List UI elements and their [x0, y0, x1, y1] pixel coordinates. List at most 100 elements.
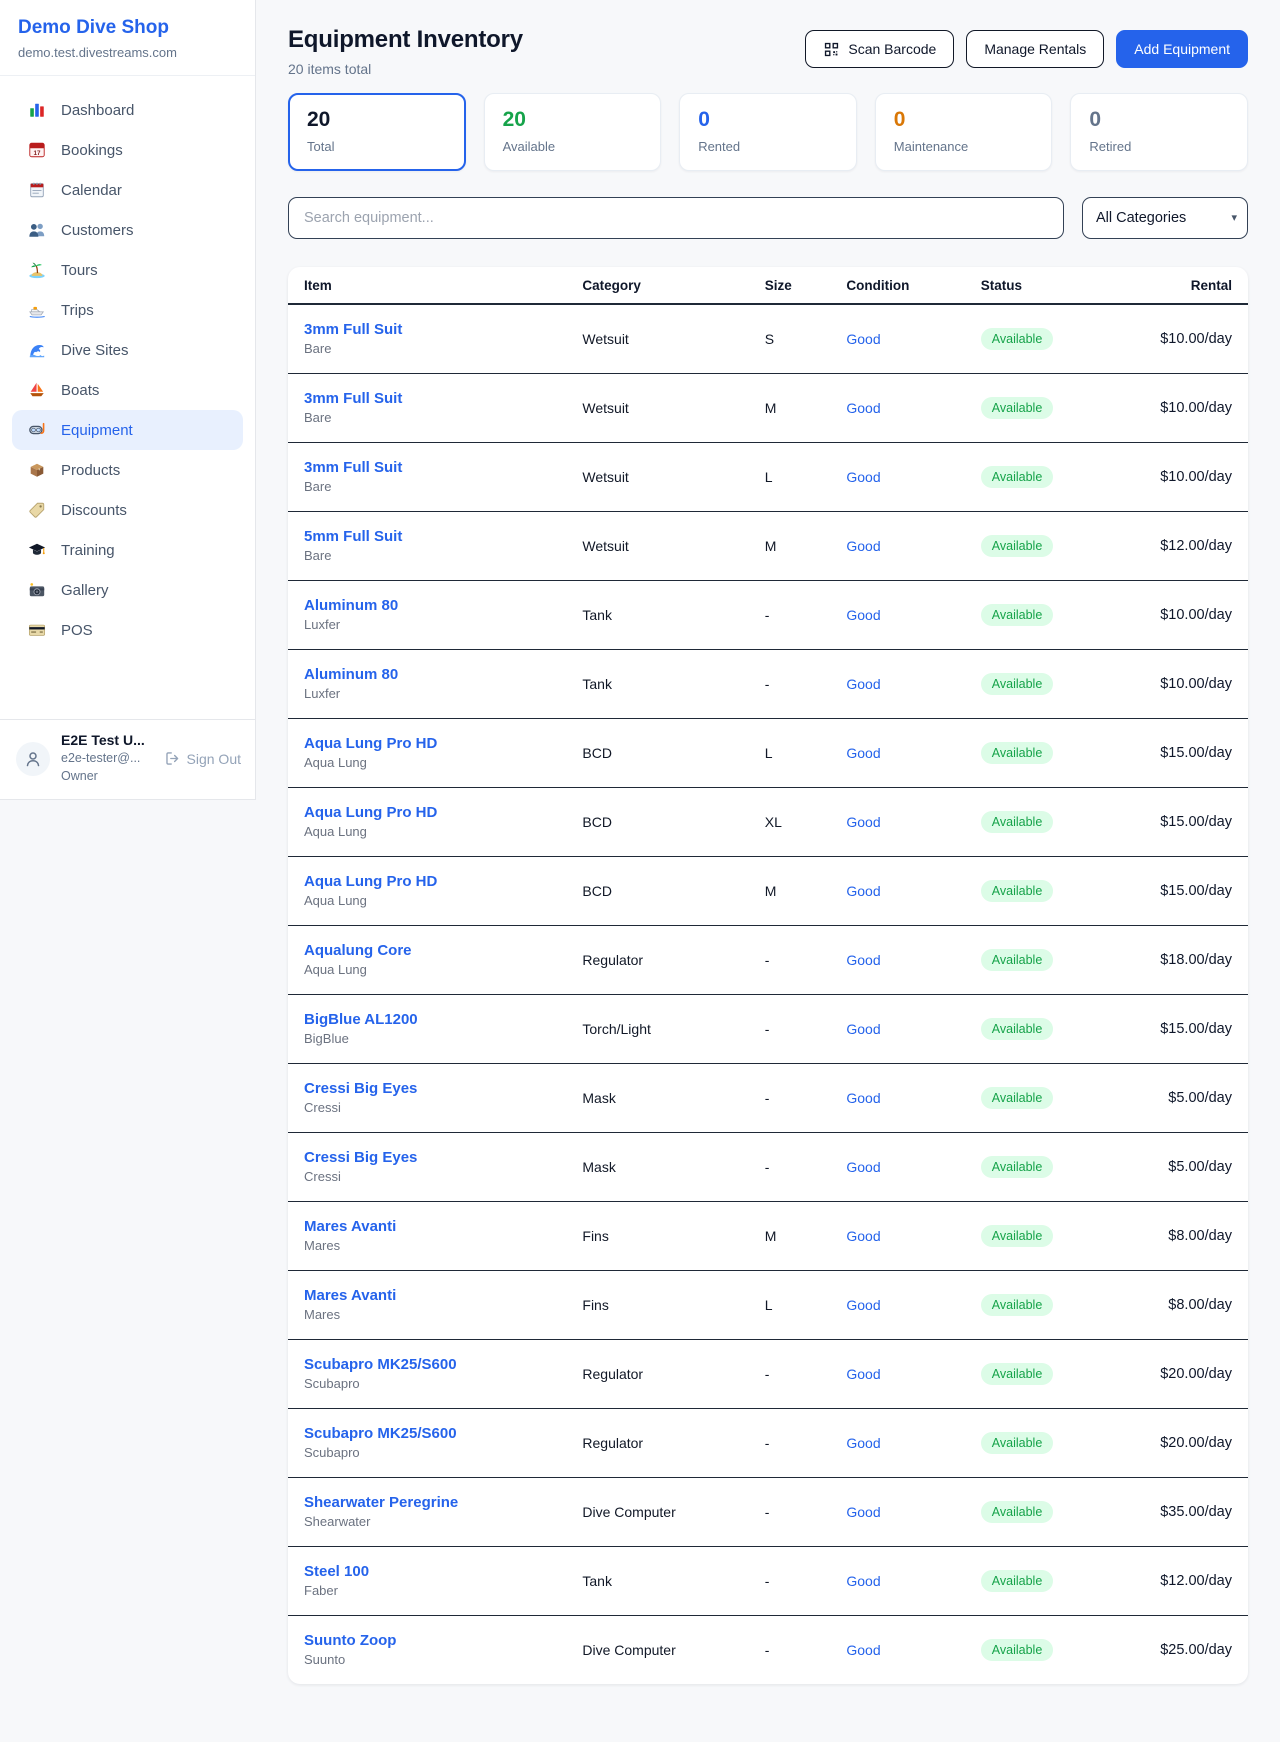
- sidebar-item-products[interactable]: Products: [12, 450, 243, 490]
- category-cell: Fins: [566, 1270, 748, 1339]
- stat-label-available: Available: [503, 139, 643, 154]
- condition-link[interactable]: Good: [846, 1021, 880, 1037]
- condition-link[interactable]: Good: [846, 676, 880, 692]
- rental-cell: $25.00/day: [1109, 1615, 1248, 1684]
- status-badge: Available: [981, 1501, 1054, 1523]
- condition-link[interactable]: Good: [846, 814, 880, 830]
- condition-link[interactable]: Good: [846, 1504, 880, 1520]
- size-cell: -: [749, 1063, 831, 1132]
- sidebar-item-label: Dashboard: [61, 102, 134, 119]
- item-brand: Scubapro: [304, 1445, 550, 1460]
- status-cell: Available: [965, 1201, 1109, 1270]
- item-name-link[interactable]: Aqua Lung Pro HD: [304, 873, 550, 890]
- manage-rentals-button[interactable]: Manage Rentals: [966, 30, 1104, 68]
- condition-link[interactable]: Good: [846, 1228, 880, 1244]
- stat-card-rented[interactable]: 0 Rented: [679, 93, 857, 171]
- condition-cell: Good: [830, 1408, 964, 1477]
- condition-link[interactable]: Good: [846, 952, 880, 968]
- sidebar-item-customers[interactable]: Customers: [12, 210, 243, 250]
- page-title-block: Equipment Inventory 20 items total: [288, 26, 523, 77]
- item-name-link[interactable]: BigBlue AL1200: [304, 1011, 550, 1028]
- item-cell: Mares Avanti Mares: [288, 1201, 566, 1270]
- table-row: Shearwater Peregrine Shearwater Dive Com…: [288, 1477, 1248, 1546]
- item-name-link[interactable]: 3mm Full Suit: [304, 459, 550, 476]
- table-row: Aqua Lung Pro HD Aqua Lung BCD M Good Av…: [288, 856, 1248, 925]
- status-badge: Available: [981, 742, 1054, 764]
- item-brand: Cressi: [304, 1100, 550, 1115]
- rental-cell: $15.00/day: [1109, 718, 1248, 787]
- item-brand: Mares: [304, 1238, 550, 1253]
- condition-link[interactable]: Good: [846, 1159, 880, 1175]
- sidebar-item-pos[interactable]: POS: [12, 610, 243, 650]
- stat-card-retired[interactable]: 0 Retired: [1070, 93, 1248, 171]
- table-row: Aluminum 80 Luxfer Tank - Good Available…: [288, 580, 1248, 649]
- sign-out-button[interactable]: Sign Out: [164, 750, 241, 767]
- stat-card-maintenance[interactable]: 0 Maintenance: [875, 93, 1053, 171]
- category-cell: Tank: [566, 649, 748, 718]
- condition-link[interactable]: Good: [846, 1642, 880, 1658]
- item-name-link[interactable]: Aqua Lung Pro HD: [304, 804, 550, 821]
- sidebar-item-discounts[interactable]: Discounts: [12, 490, 243, 530]
- item-name-link[interactable]: Suunto Zoop: [304, 1632, 550, 1649]
- sidebar-item-bookings[interactable]: 17 Bookings: [12, 130, 243, 170]
- sidebar-item-dive-sites[interactable]: Dive Sites: [12, 330, 243, 370]
- category-select[interactable]: All Categories: [1082, 197, 1248, 239]
- item-name-link[interactable]: Mares Avanti: [304, 1287, 550, 1304]
- rental-cell: $10.00/day: [1109, 442, 1248, 511]
- status-badge: Available: [981, 880, 1054, 902]
- condition-cell: Good: [830, 442, 964, 511]
- condition-link[interactable]: Good: [846, 1366, 880, 1382]
- item-name-link[interactable]: Aqualung Core: [304, 942, 550, 959]
- item-name-link[interactable]: Aluminum 80: [304, 597, 550, 614]
- sidebar-item-training[interactable]: Training: [12, 530, 243, 570]
- sidebar-item-equipment[interactable]: Equipment: [12, 410, 243, 450]
- category-cell: Wetsuit: [566, 304, 748, 373]
- condition-link[interactable]: Good: [846, 607, 880, 623]
- item-name-link[interactable]: Mares Avanti: [304, 1218, 550, 1235]
- item-name-link[interactable]: Scubapro MK25/S600: [304, 1356, 550, 1373]
- stat-card-total[interactable]: 20 Total: [288, 93, 466, 171]
- item-name-link[interactable]: Scubapro MK25/S600: [304, 1425, 550, 1442]
- add-equipment-button[interactable]: Add Equipment: [1116, 30, 1248, 68]
- table-row: 3mm Full Suit Bare Wetsuit S Good Availa…: [288, 304, 1248, 373]
- condition-link[interactable]: Good: [846, 1435, 880, 1451]
- item-name-link[interactable]: Shearwater Peregrine: [304, 1494, 550, 1511]
- item-brand: Suunto: [304, 1652, 550, 1667]
- sidebar-item-label: Products: [61, 462, 120, 479]
- condition-link[interactable]: Good: [846, 1090, 880, 1106]
- item-name-link[interactable]: Steel 100: [304, 1563, 550, 1580]
- condition-cell: Good: [830, 580, 964, 649]
- item-name-link[interactable]: Cressi Big Eyes: [304, 1080, 550, 1097]
- rental-cell: $35.00/day: [1109, 1477, 1248, 1546]
- condition-link[interactable]: Good: [846, 745, 880, 761]
- size-cell: -: [749, 1615, 831, 1684]
- sidebar-item-gallery[interactable]: Gallery: [12, 570, 243, 610]
- status-badge: Available: [981, 811, 1054, 833]
- sidebar-item-dashboard[interactable]: Dashboard: [12, 90, 243, 130]
- sidebar-item-calendar[interactable]: Calendar: [12, 170, 243, 210]
- condition-link[interactable]: Good: [846, 883, 880, 899]
- condition-link[interactable]: Good: [846, 538, 880, 554]
- stat-card-available[interactable]: 20 Available: [484, 93, 662, 171]
- condition-link[interactable]: Good: [846, 1573, 880, 1589]
- item-name-link[interactable]: 5mm Full Suit: [304, 528, 550, 545]
- rental-cell: $20.00/day: [1109, 1339, 1248, 1408]
- condition-link[interactable]: Good: [846, 1297, 880, 1313]
- item-brand: Mares: [304, 1307, 550, 1322]
- item-name-link[interactable]: Cressi Big Eyes: [304, 1149, 550, 1166]
- item-name-link[interactable]: 3mm Full Suit: [304, 390, 550, 407]
- condition-link[interactable]: Good: [846, 331, 880, 347]
- item-name-link[interactable]: Aqua Lung Pro HD: [304, 735, 550, 752]
- item-name-link[interactable]: 3mm Full Suit: [304, 321, 550, 338]
- condition-link[interactable]: Good: [846, 469, 880, 485]
- wave-icon: [28, 341, 46, 359]
- item-cell: Aqua Lung Pro HD Aqua Lung: [288, 787, 566, 856]
- item-brand: Bare: [304, 548, 550, 563]
- sidebar-item-boats[interactable]: Boats: [12, 370, 243, 410]
- item-name-link[interactable]: Aluminum 80: [304, 666, 550, 683]
- condition-link[interactable]: Good: [846, 400, 880, 416]
- sidebar-item-tours[interactable]: Tours: [12, 250, 243, 290]
- scan-barcode-button[interactable]: Scan Barcode: [805, 30, 954, 68]
- sidebar-item-trips[interactable]: Trips: [12, 290, 243, 330]
- search-input[interactable]: [288, 197, 1064, 239]
